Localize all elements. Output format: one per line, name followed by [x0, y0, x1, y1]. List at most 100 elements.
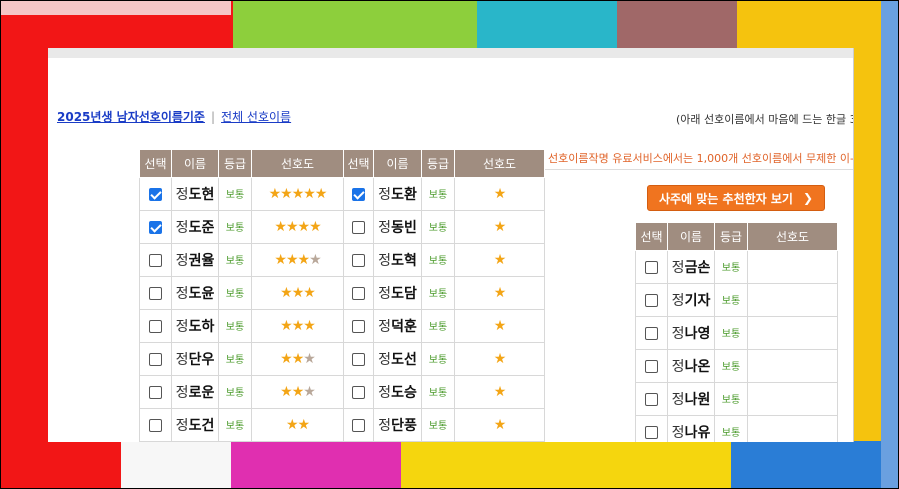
name-checkbox[interactable] — [645, 392, 658, 406]
name-checkbox[interactable] — [149, 418, 162, 432]
name-checkbox[interactable] — [352, 352, 365, 366]
names-table-side: 선택 이름 등급 선호도 정금손 보통 정기자 보통 정나영 보통 정나온 보통 정나원 보통 정나… — [635, 222, 838, 442]
select-cell — [139, 210, 172, 244]
col-grade: 등급 — [714, 222, 748, 251]
name-checkbox[interactable] — [645, 425, 658, 439]
star-icon: ★ — [303, 285, 316, 301]
promo-text: 선호이름작명 유료서비스에서는 1,000개 선호이름에서 무제한 이- — [548, 152, 853, 165]
grade-label: 보통 — [428, 256, 448, 267]
table-row: 정도하 보통 ★★★ 정덕훈 보통 ★ — [139, 309, 545, 343]
star-icon: ★ — [309, 219, 322, 235]
star-icon: ★ — [303, 186, 316, 202]
name-checkbox[interactable] — [149, 286, 162, 300]
link-2025-male[interactable]: 2025년생 남자선호이름기준 — [57, 110, 205, 124]
name-checkbox[interactable] — [352, 385, 365, 399]
name-checkbox[interactable] — [149, 220, 162, 234]
name-checkbox[interactable] — [352, 220, 365, 234]
star-icon: ★ — [297, 417, 311, 433]
table-row: 정도건 보통 ★★ 정단풍 보통 ★ — [139, 408, 545, 442]
col-pref: 선호도 — [251, 149, 344, 178]
name-list-panel: 2025년생 남자선호이름기준 | 전체 선호이름 (아래 선호이름에서 마음에 드… — [48, 48, 853, 442]
recommend-hanja-button[interactable]: 사주에 맞는 추천한자 보기 ❯ — [647, 185, 825, 211]
given-name: 덕훈 — [391, 319, 417, 335]
table-row: 정권율 보통 ★★★★ 정도혁 보통 ★ — [139, 243, 545, 277]
grade-cell: 보통 — [218, 210, 252, 244]
star-icon: ★ — [493, 252, 507, 268]
star-icon: ★ — [493, 351, 507, 367]
name-checkbox[interactable] — [149, 253, 162, 267]
star-icon: ★ — [493, 219, 507, 235]
name-checkbox[interactable] — [645, 293, 658, 307]
name-cell: 정도선 — [373, 342, 422, 376]
name-checkbox[interactable] — [352, 187, 365, 201]
grade-label: 보통 — [428, 322, 448, 333]
name-checkbox[interactable] — [352, 319, 365, 333]
star-icon: ★ — [303, 318, 316, 334]
name-checkbox[interactable] — [352, 286, 365, 300]
grade-cell: 보통 — [714, 250, 748, 284]
star-icon: ★ — [493, 285, 507, 301]
given-name: 도담 — [391, 286, 417, 302]
name-cell: 정로운 — [171, 375, 219, 409]
grade-label: 보통 — [225, 322, 245, 333]
star-icon: ★ — [280, 186, 293, 202]
filter-links: 2025년생 남자선호이름기준 | 전체 선호이름 — [57, 108, 291, 125]
select-cell — [343, 243, 374, 277]
screenshot-frame: 2025년생 남자선호이름기준 | 전체 선호이름 (아래 선호이름에서 마음에 드… — [0, 0, 899, 489]
pref-cell: ★ — [454, 210, 545, 244]
grade-cell: 보통 — [218, 177, 252, 211]
grade-cell: 보통 — [218, 408, 252, 442]
select-cell — [635, 283, 668, 317]
name-checkbox[interactable] — [149, 385, 162, 399]
grade-cell: 보통 — [218, 342, 252, 376]
name-cell: 정도건 — [171, 408, 219, 442]
half-star-icon: ★ — [303, 384, 316, 400]
half-star-icon: ★ — [303, 351, 316, 367]
given-name: 도건 — [188, 418, 215, 434]
name-cell: 정도혁 — [373, 243, 422, 277]
given-name: 금손 — [684, 260, 711, 276]
name-checkbox[interactable] — [645, 260, 658, 274]
select-cell — [343, 210, 374, 244]
grade-label: 보통 — [721, 329, 741, 340]
preference-stars: ★★★★★ — [269, 186, 328, 202]
name-checkbox[interactable] — [352, 253, 365, 267]
grade-label: 보통 — [428, 289, 448, 300]
table-row: 정단우 보통 ★★★ 정도선 보통 ★ — [139, 342, 545, 376]
link-separator: | — [210, 110, 216, 124]
name-checkbox[interactable] — [149, 352, 162, 366]
grade-cell: 보통 — [714, 415, 748, 442]
name-checkbox[interactable] — [352, 418, 365, 432]
surname: 정 — [175, 319, 189, 335]
select-cell — [139, 309, 172, 343]
select-cell — [343, 408, 374, 442]
pref-cell: ★ — [454, 408, 545, 442]
pref-cell: ★ — [454, 177, 545, 211]
preference-stars: ★★★ — [280, 318, 316, 334]
name-checkbox[interactable] — [645, 359, 658, 373]
grade-label: 보통 — [721, 296, 741, 307]
table-row: 정금손 보통 — [635, 250, 838, 284]
link-all-names[interactable]: 전체 선호이름 — [221, 110, 291, 124]
name-checkbox[interactable] — [645, 326, 658, 340]
grade-cell: 보통 — [421, 243, 455, 277]
surname: 정 — [175, 385, 189, 401]
grade-label: 보통 — [721, 428, 741, 439]
grade-cell: 보통 — [218, 243, 252, 277]
name-cell: 정나유 — [667, 415, 715, 442]
surname: 정 — [671, 260, 685, 276]
star-icon: ★ — [291, 318, 305, 334]
table-row: 정나영 보통 — [635, 316, 838, 350]
name-checkbox[interactable] — [149, 187, 162, 201]
star-icon: ★ — [274, 252, 287, 268]
surname: 정 — [175, 220, 189, 236]
table-row: 정나유 보통 — [635, 415, 838, 442]
pref-cell: ★★★ — [251, 342, 344, 376]
select-cell — [343, 342, 374, 376]
pref-cell — [747, 415, 838, 442]
name-checkbox[interactable] — [149, 319, 162, 333]
surname: 정 — [378, 352, 392, 368]
surname: 정 — [175, 418, 189, 434]
pref-cell: ★ — [454, 375, 545, 409]
select-cell — [343, 375, 374, 409]
